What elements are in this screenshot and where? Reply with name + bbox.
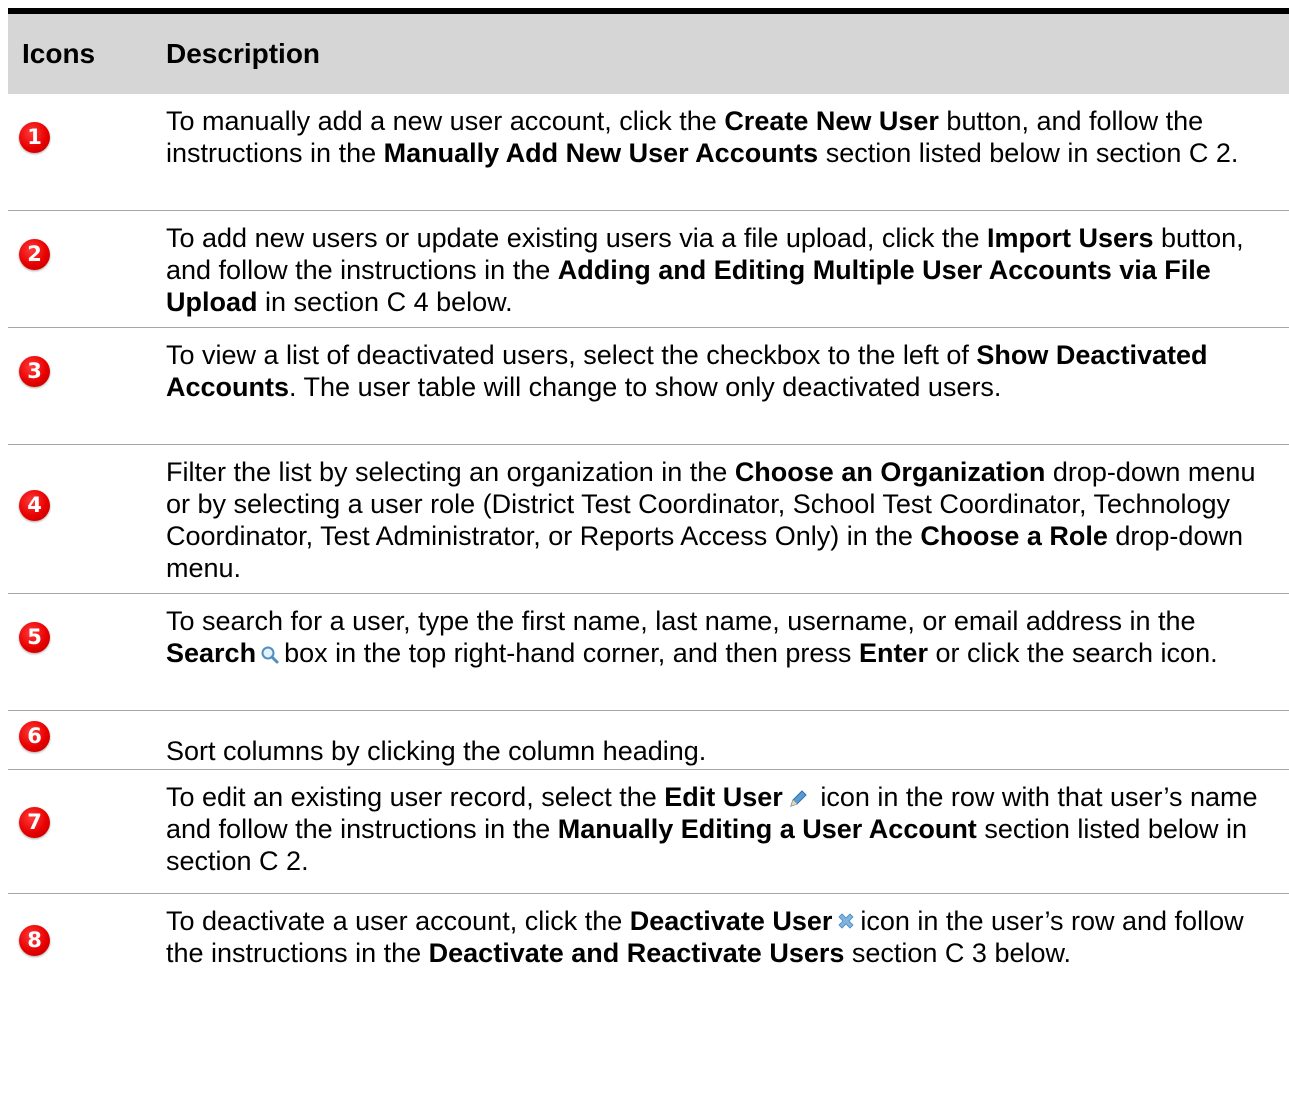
description-text: . The user table will change to show onl… [289, 372, 1002, 402]
icon-cell: 1 [8, 94, 158, 210]
table-row: 6 Sort columns by clicking the column hea… [8, 711, 1289, 770]
icon-cell: 5 [8, 594, 158, 710]
table-row: 2 To add new users or update existing use… [8, 211, 1289, 328]
description-cell: To edit an existing user record, select … [158, 770, 1289, 893]
table-row: 3 To view a list of deactivated users, se… [8, 328, 1289, 445]
description-cell: To deactivate a user account, click the … [158, 894, 1289, 1011]
description-text: To search for a user, type the first nam… [166, 606, 1196, 636]
table-row: 7 To edit an existing user record, select… [8, 770, 1289, 894]
icon-cell: 3 [8, 328, 158, 444]
description-text: To add new users or update existing user… [166, 223, 987, 253]
bold-term: Search [166, 638, 257, 668]
description-text: To edit an existing user record, select … [166, 782, 665, 812]
table-row: 5 To search for a user, type the first na… [8, 594, 1289, 711]
description-cell: To view a list of deactivated users, sel… [158, 328, 1289, 444]
description-text: Sort columns by clicking the column head… [166, 736, 707, 766]
description-text: Filter the list by selecting an organiza… [166, 457, 735, 487]
pencil-icon [790, 790, 807, 807]
bold-term: Deactivate User [629, 906, 833, 936]
number-badge-icon: 7 [19, 807, 50, 838]
header-description: Description [166, 38, 321, 69]
description-text: To view a list of deactivated users, sel… [166, 340, 977, 370]
table-header-row: Icons Description [8, 14, 1289, 94]
bold-term: Manually Editing a User Account [557, 814, 977, 844]
number-badge-icon: 5 [19, 622, 50, 653]
bold-term: Choose a Role [920, 521, 1108, 551]
table-row: 8 To deactivate a user account, click the… [8, 894, 1289, 1011]
icon-cell: 4 [8, 445, 158, 593]
close-icon [838, 913, 854, 929]
number-badge-icon: 8 [19, 925, 50, 956]
description-cell: To manually add a new user account, clic… [158, 94, 1289, 210]
description-text: box in the top right-hand corner, and th… [284, 638, 859, 668]
description-text: in section C 4 below. [257, 287, 513, 317]
bold-term: Edit User [664, 782, 783, 812]
description-text: section C 3 below. [844, 938, 1072, 968]
description-text: To manually add a new user account, clic… [166, 106, 725, 136]
description-cell: Sort columns by clicking the column head… [158, 711, 1289, 769]
bold-term: Choose an Organization [734, 457, 1046, 487]
icon-cell: 8 [8, 894, 158, 1011]
description-cell: Filter the list by selecting an organiza… [158, 445, 1289, 593]
description-text: or click the search icon. [927, 638, 1218, 668]
bold-term: Create New User [724, 106, 939, 136]
icons-description-table: Icons Description 1 To manually add a new… [8, 8, 1289, 1011]
description-text: section listed below in section C 2. [818, 138, 1239, 168]
table-body: 1 To manually add a new user account, cli… [8, 94, 1289, 1011]
icon-cell: 6 [8, 711, 158, 769]
table-row: 1 To manually add a new user account, cli… [8, 94, 1289, 211]
description-text: To deactivate a user account, click the [166, 906, 630, 936]
bold-term: Deactivate and Reactivate Users [428, 938, 845, 968]
table-row: 4 Filter the list by selecting an organiz… [8, 445, 1289, 594]
bold-term: Import Users [986, 223, 1154, 253]
bold-term: Manually Add New User Accounts [383, 138, 819, 168]
number-badge-icon: 4 [19, 490, 50, 521]
icon-cell: 2 [8, 211, 158, 327]
search-icon [261, 646, 279, 664]
number-badge-icon: 3 [19, 356, 50, 387]
description-cell: To search for a user, type the first nam… [158, 594, 1289, 710]
header-icons: Icons [22, 38, 96, 69]
number-badge-icon: 6 [19, 721, 50, 752]
icon-cell: 7 [8, 770, 158, 893]
description-cell: To add new users or update existing user… [158, 211, 1289, 327]
bold-term: Enter [858, 638, 928, 668]
number-badge-icon: 2 [19, 239, 50, 270]
number-badge-icon: 1 [19, 122, 50, 153]
